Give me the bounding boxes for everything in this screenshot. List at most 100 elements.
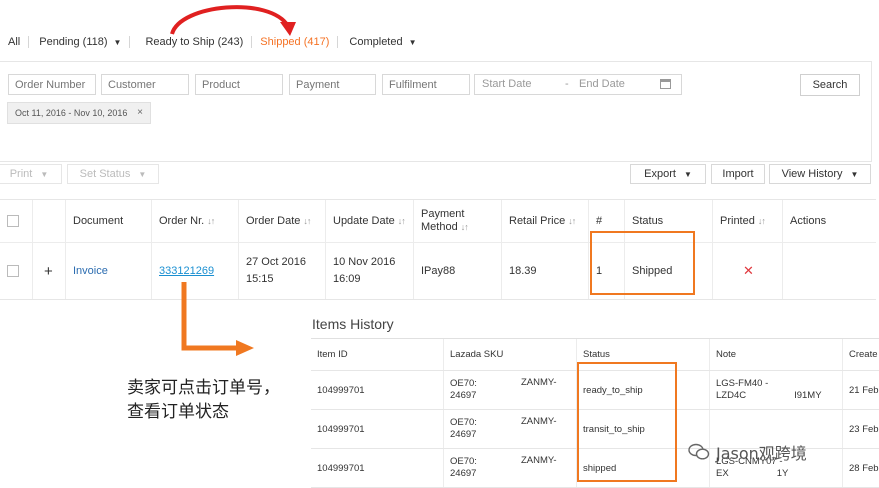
tab-completed-label: Completed	[349, 36, 403, 48]
tab-completed[interactable]: Completed ▼	[338, 30, 424, 54]
item-id-cell: 104999701	[311, 371, 443, 409]
item-id-value: 104999701	[317, 462, 365, 474]
close-icon[interactable]: ×	[137, 103, 143, 123]
caption-line-1: 卖家可点击订单号，	[127, 378, 280, 398]
fulfilment-input[interactable]	[382, 74, 470, 95]
header-update-date[interactable]: Update Date ↓↑	[325, 200, 413, 242]
header-created-label: Create	[849, 349, 878, 360]
wechat-logo-icon	[688, 443, 710, 460]
sort-icon[interactable]: ↓↑	[398, 216, 406, 226]
date-dash: -	[565, 78, 569, 90]
payment-input[interactable]	[289, 74, 376, 95]
set-status-button[interactable]: Set Status ▼	[67, 164, 159, 184]
filter-panel: Start Date - End Date Search Oct 11, 201…	[0, 61, 872, 162]
header-update-date-label: Update Date	[333, 215, 395, 227]
order-number-link[interactable]: 333121269	[159, 265, 214, 277]
table-row: + Invoice 333121269 27 Oct 2016 15:15 10 …	[0, 243, 876, 299]
header-history-status-label: Status	[583, 349, 610, 360]
sku-extra-value: ZANMY-	[521, 377, 557, 388]
customer-input[interactable]	[101, 74, 189, 95]
tab-pending[interactable]: Pending (118) ▼	[29, 30, 129, 54]
sku-value-1: OE70:	[450, 417, 477, 428]
item-id-value: 104999701	[317, 423, 365, 435]
item-id-value: 104999701	[317, 384, 365, 396]
header-printed[interactable]: Printed ↓↑	[712, 200, 782, 242]
note-value-2: LZD4C	[716, 390, 747, 401]
order-date-value: 27 Oct 2016	[246, 256, 306, 268]
end-date-field[interactable]: End Date	[579, 75, 625, 94]
search-button[interactable]: Search	[800, 74, 860, 96]
header-order-date[interactable]: Order Date ↓↑	[238, 200, 325, 242]
tab-shipped[interactable]: Shipped (417)	[252, 30, 337, 54]
sku-value-1: OE70:	[450, 456, 477, 467]
invoice-link[interactable]: Invoice	[73, 265, 108, 277]
retail-price-value: 18.39	[509, 265, 537, 277]
export-label: Export	[644, 168, 676, 180]
header-order-nr[interactable]: Order Nr. ↓↑	[151, 200, 238, 242]
export-button[interactable]: Export ▼	[630, 164, 706, 184]
header-document: Document	[65, 200, 151, 242]
caret-down-icon: ▼	[113, 37, 122, 47]
orange-pointer-arrow-icon	[181, 282, 254, 356]
sort-icon[interactable]: ↓↑	[461, 222, 469, 232]
print-button[interactable]: Print ▼	[0, 164, 62, 184]
history-status-highlight-box	[577, 362, 677, 482]
caret-down-icon: ▼	[683, 170, 692, 179]
header-actions-label: Actions	[790, 215, 827, 227]
tab-all[interactable]: All	[0, 30, 28, 54]
import-button[interactable]: Import	[711, 164, 765, 184]
order-number-input[interactable]	[8, 74, 96, 95]
select-all-checkbox[interactable]	[7, 215, 19, 227]
sku-extra-value: ZANMY-	[521, 455, 557, 466]
set-status-label: Set Status	[79, 168, 131, 180]
header-note: Note	[709, 339, 842, 370]
sku-value-1: OE70:	[450, 378, 477, 389]
date-filter-chip-label: Oct 11, 2016 - Nov 10, 2016	[15, 108, 128, 118]
header-item-id-label: Item ID	[317, 349, 348, 360]
status-highlight-box	[590, 231, 695, 295]
sku-value-2: 24697	[450, 390, 477, 401]
header-order-date-label: Order Date	[246, 215, 301, 227]
date-range-picker[interactable]: Start Date - End Date	[474, 74, 682, 95]
sort-icon[interactable]: ↓↑	[303, 216, 311, 226]
header-order-nr-label: Order Nr.	[159, 215, 205, 227]
view-history-button[interactable]: View History ▼	[769, 164, 871, 184]
header-note-label: Note	[716, 349, 737, 360]
items-history-title: Items History	[312, 316, 394, 332]
print-label: Print	[9, 168, 33, 180]
header-created: Create	[842, 339, 879, 370]
caret-down-icon: ▼	[850, 170, 859, 179]
tab-all-label: All	[8, 36, 21, 48]
header-payment-label: Payment	[421, 208, 465, 220]
watermark: Jason观跨境	[688, 440, 807, 464]
header-actions: Actions	[782, 200, 876, 242]
not-printed-x-icon: ✕	[743, 263, 754, 278]
sort-icon[interactable]: ↓↑	[568, 216, 576, 226]
orders-table: Document Order Nr. ↓↑ Order Date ↓↑ Update…	[0, 199, 876, 300]
tab-ready-to-ship[interactable]: Ready to Ship (243)	[130, 30, 251, 54]
row-checkbox[interactable]	[7, 265, 19, 277]
header-expand-cell	[32, 200, 65, 242]
update-time-value: 16:09	[333, 273, 361, 285]
note-value-1: LGS-FM40 -	[716, 378, 769, 389]
created-cell: 21 Feb	[842, 371, 879, 409]
product-input[interactable]	[195, 74, 283, 95]
created-value: 23 Feb	[849, 423, 879, 435]
actions-cell	[782, 243, 876, 299]
created-value: 28 Feb	[849, 462, 879, 474]
caret-down-icon: ▼	[40, 170, 49, 179]
document-cell: Invoice	[65, 243, 151, 299]
header-item-id: Item ID	[311, 339, 443, 370]
created-cell: 28 Feb	[842, 449, 879, 487]
start-date-field[interactable]: Start Date	[482, 75, 532, 94]
header-payment-method[interactable]: Payment Method ↓↑	[413, 200, 501, 242]
view-history-label: View History	[781, 168, 843, 180]
created-value: 21 Feb	[849, 384, 879, 396]
header-count-label: #	[596, 215, 603, 227]
header-printed-label: Printed	[720, 215, 755, 227]
sort-icon[interactable]: ↓↑	[207, 216, 215, 226]
sort-icon[interactable]: ↓↑	[758, 216, 766, 226]
header-retail-price[interactable]: Retail Price ↓↑	[501, 200, 588, 242]
expand-plus-icon[interactable]: +	[44, 263, 53, 280]
calendar-icon[interactable]	[660, 79, 671, 89]
